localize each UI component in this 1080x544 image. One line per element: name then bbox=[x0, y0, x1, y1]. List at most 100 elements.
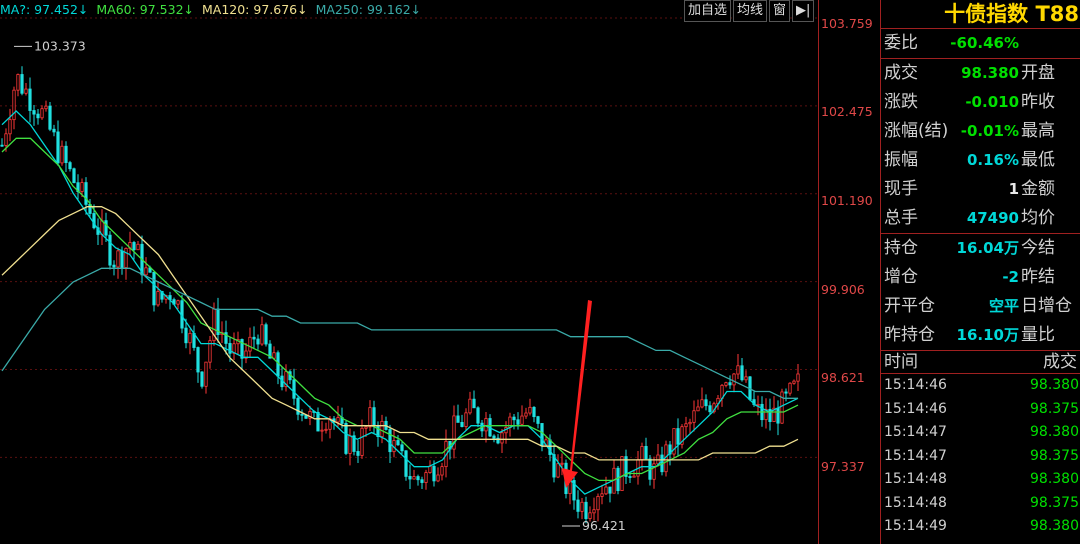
candle-body bbox=[72, 168, 76, 184]
trade-price: 98.375 bbox=[1030, 494, 1079, 511]
candle-body bbox=[48, 105, 52, 130]
trade-price: 98.380 bbox=[1030, 377, 1079, 393]
candle-body bbox=[724, 382, 728, 386]
quote-label: 成交 bbox=[884, 63, 918, 83]
candle-body bbox=[708, 405, 712, 413]
candle-body bbox=[584, 501, 588, 519]
kline-chart[interactable]: 103.373 96.421 bbox=[0, 0, 818, 544]
candle-body bbox=[532, 406, 536, 418]
trade-price: 98.380 bbox=[1030, 471, 1079, 487]
ma-toggle-button[interactable]: 均线 bbox=[733, 0, 768, 22]
quote-label: 涨幅(结) bbox=[884, 121, 949, 141]
quote-row: 振幅 0.16% 最低 bbox=[881, 146, 1080, 175]
candle-body bbox=[100, 220, 104, 235]
trade-row[interactable]: 15:14:46 98.375 bbox=[881, 398, 1080, 422]
candle-body bbox=[8, 119, 12, 135]
price-tick: 97.337 bbox=[821, 459, 865, 474]
price-tick: 98.621 bbox=[821, 370, 865, 385]
candle-body bbox=[520, 415, 524, 425]
candle-body bbox=[512, 416, 516, 421]
ma-legend-short: MA?: 97.452↓ bbox=[0, 2, 89, 17]
add-watchlist-button[interactable]: 加自选 bbox=[684, 0, 732, 22]
candle-body bbox=[424, 472, 428, 483]
candle-body bbox=[324, 428, 328, 431]
trade-time: 15:14:48 bbox=[884, 471, 947, 487]
candle-body bbox=[204, 361, 208, 387]
candle-body bbox=[400, 444, 404, 452]
ma-legend-60: MA60: 97.532↓ bbox=[96, 2, 194, 17]
candle-body bbox=[184, 327, 188, 344]
candle-body bbox=[592, 509, 596, 514]
trade-row[interactable]: 15:14:46 98.380 bbox=[881, 374, 1080, 398]
candle-body bbox=[176, 300, 180, 305]
candle-body bbox=[368, 407, 372, 428]
quote-panel: 十债指数 T88 委比 -60.46% 成交 98.380 开盘 涨跌 -0.010 昨收 涨幅… bbox=[880, 0, 1080, 544]
candle-body bbox=[12, 89, 16, 121]
candle-body bbox=[792, 380, 796, 384]
candle-body bbox=[596, 496, 600, 511]
candle-body bbox=[536, 416, 540, 424]
candle-body bbox=[432, 465, 436, 482]
candle-body bbox=[688, 421, 692, 425]
trade-row[interactable]: 15:14:48 98.375 bbox=[881, 492, 1080, 516]
quote-label: 昨持仓 bbox=[884, 325, 935, 345]
candle-body bbox=[476, 407, 480, 424]
candle-body bbox=[68, 162, 72, 170]
quote-label-secondary: 昨结 bbox=[1021, 267, 1055, 287]
price-tick: 99.906 bbox=[821, 282, 865, 297]
ma-legend-120: MA120: 97.676↓ bbox=[201, 2, 308, 17]
quote-value: 1 bbox=[1008, 180, 1019, 198]
quote-value: 16.04万 bbox=[956, 239, 1019, 257]
candle-body bbox=[188, 332, 192, 344]
candle-body bbox=[4, 133, 8, 146]
candle-body bbox=[676, 428, 680, 445]
candle-body bbox=[84, 182, 88, 205]
quote-label: 开平仓 bbox=[884, 296, 935, 316]
quote-label-secondary: 金额 bbox=[1021, 179, 1055, 199]
quote-value: -0.010 bbox=[965, 93, 1019, 111]
candle-body bbox=[500, 432, 504, 444]
candle-body bbox=[456, 415, 460, 423]
trade-price: 98.380 bbox=[1030, 424, 1079, 440]
trade-row[interactable]: 15:14:47 98.380 bbox=[881, 421, 1080, 445]
candle-body bbox=[464, 412, 468, 427]
quote-label-secondary: 最低 bbox=[1021, 150, 1055, 170]
candle-body bbox=[336, 417, 340, 423]
kline-chart-area[interactable]: 103.373 96.421 MA?: 97.452↓ MA60: 97.532↓… bbox=[0, 0, 818, 544]
candle-body bbox=[196, 347, 200, 373]
candle-body bbox=[644, 445, 648, 460]
candle-body bbox=[132, 242, 136, 251]
trade-row[interactable]: 15:14:49 98.380 bbox=[881, 515, 1080, 539]
candle-body bbox=[120, 250, 124, 268]
quote-label-secondary: 昨收 bbox=[1021, 92, 1055, 112]
candle-body bbox=[32, 110, 36, 115]
trade-price: 98.375 bbox=[1030, 447, 1079, 464]
candle-body bbox=[560, 462, 564, 465]
candle-body bbox=[80, 182, 84, 192]
quote-value: 0.16% bbox=[966, 151, 1019, 169]
quote-value: -60.46% bbox=[950, 34, 1019, 52]
exit-arrow-icon[interactable]: ▶| bbox=[792, 0, 815, 22]
candle-body bbox=[620, 456, 624, 492]
quote-label-secondary: 最高 bbox=[1021, 121, 1055, 141]
quote-label: 振幅 bbox=[884, 150, 918, 170]
quote-row: 涨跌 -0.010 昨收 bbox=[881, 88, 1080, 117]
price-header: 成交 bbox=[1043, 352, 1077, 372]
quote-label: 现手 bbox=[884, 179, 918, 199]
candle-body bbox=[472, 398, 476, 409]
candle-body bbox=[256, 338, 260, 345]
quote-label-secondary: 量比 bbox=[1021, 325, 1055, 345]
candle-body bbox=[420, 479, 424, 483]
candle-body bbox=[152, 271, 156, 306]
candle-body bbox=[380, 420, 384, 437]
trade-time: 15:14:46 bbox=[884, 377, 947, 393]
candle-body bbox=[736, 365, 740, 375]
candle-body bbox=[320, 429, 324, 432]
trade-list[interactable]: 15:14:46 98.380 15:14:46 98.375 15:14:47 98.3… bbox=[881, 374, 1080, 539]
candle-body bbox=[704, 399, 708, 407]
price-tick: 103.759 bbox=[821, 16, 873, 31]
trade-row[interactable]: 15:14:47 98.375 bbox=[881, 445, 1080, 469]
window-button[interactable]: 窗 bbox=[769, 0, 791, 22]
trade-row[interactable]: 15:14:48 98.380 bbox=[881, 468, 1080, 492]
candle-body bbox=[696, 406, 700, 412]
